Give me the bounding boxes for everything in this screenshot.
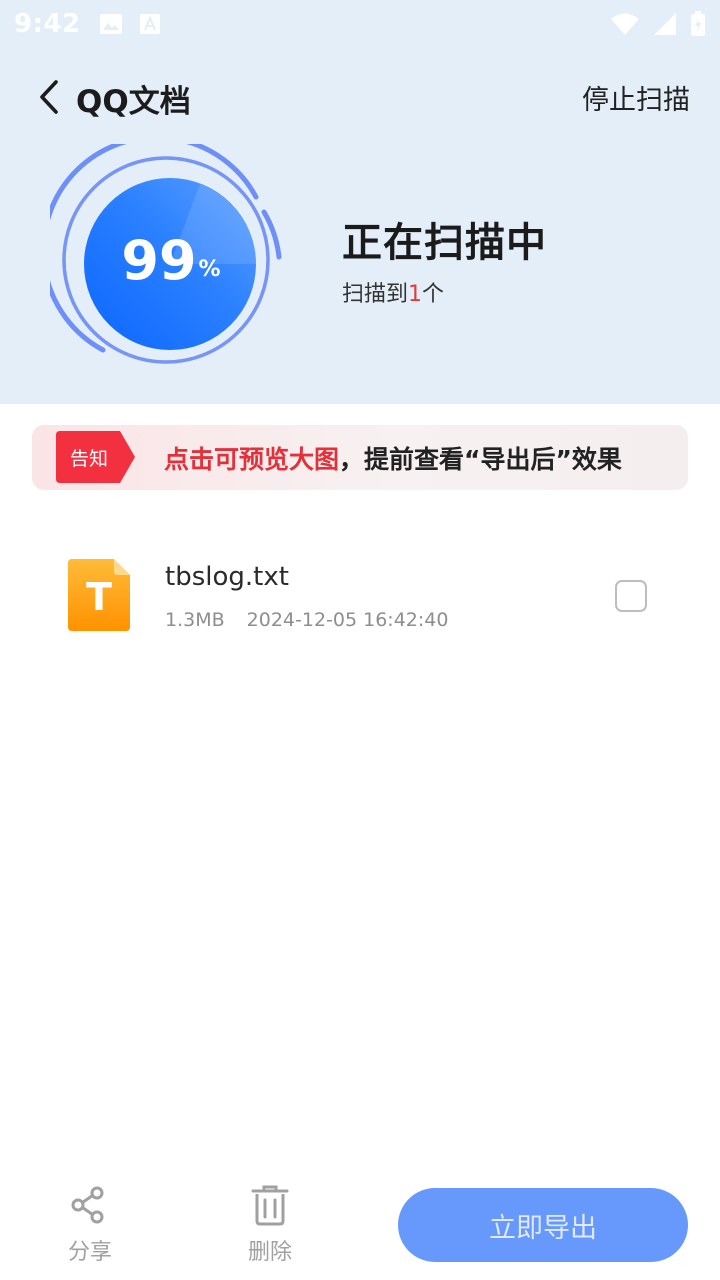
status-time: 9:42 — [14, 9, 81, 39]
delete-button[interactable]: 删除 — [225, 1184, 315, 1268]
back-button[interactable] — [32, 78, 68, 118]
screen: 9:42 QQ文档 停止扫描 99 % 正在扫描中 扫描到1个 告知 点击可预览… — [0, 0, 720, 1280]
share-icon — [71, 1186, 104, 1224]
share-label: 分享 — [67, 1240, 112, 1265]
export-now-button[interactable]: 立即导出 — [398, 1188, 688, 1262]
file-select-checkbox[interactable] — [615, 580, 647, 612]
notice-tag: 告知 — [69, 447, 108, 470]
progress-percent: 99 — [121, 228, 197, 292]
scan-sub-prefix: 扫描到 — [342, 282, 409, 307]
scan-count: 1 — [408, 282, 423, 307]
progress-value: 99 % — [50, 144, 282, 376]
file-date: 2024-12-05 16:42:40 — [246, 609, 449, 631]
page-title: QQ文档 — [76, 84, 191, 120]
notice-text-highlight: 点击可预览大图 — [164, 445, 340, 474]
wifi-icon — [611, 13, 639, 35]
delete-label: 删除 — [247, 1240, 292, 1265]
scan-sub-suffix: 个 — [422, 282, 445, 307]
notice-banner[interactable]: 告知 点击可预览大图，提前查看“导出后”效果 — [32, 425, 688, 490]
signal-icon — [654, 13, 676, 35]
bottom-action-bar: 分享 删除 立即导出 — [0, 1176, 720, 1280]
scan-status-title: 正在扫描中 — [342, 220, 547, 266]
trash-icon — [251, 1185, 289, 1226]
scan-status-subtitle: 扫描到1个 — [342, 276, 444, 308]
txt-file-icon: T — [68, 559, 130, 631]
progress-unit: % — [198, 256, 221, 282]
file-size: 1.3MB — [165, 609, 225, 631]
image-icon — [99, 14, 122, 34]
scan-progress-ring: 99 % — [40, 134, 282, 376]
file-icon-letter: T — [86, 575, 112, 619]
share-button[interactable]: 分享 — [45, 1184, 135, 1268]
nav-bar: QQ文档 停止扫描 — [0, 66, 720, 128]
status-bar: 9:42 — [0, 0, 720, 48]
notice-text: 点击可预览大图，提前查看“导出后”效果 — [164, 440, 622, 476]
chevron-left-icon — [40, 80, 58, 114]
file-meta: 1.3MB 2024-12-05 16:42:40 — [165, 609, 448, 631]
notice-text-rest: ，提前查看“导出后”效果 — [339, 445, 622, 474]
stop-scan-button[interactable]: 停止扫描 — [582, 78, 690, 117]
a-icon — [139, 14, 160, 34]
file-name: tbslog.txt — [165, 562, 289, 592]
battery-icon — [691, 11, 705, 36]
file-list-item[interactable]: T tbslog.txt 1.3MB 2024-12-05 16:42:40 — [0, 540, 720, 650]
